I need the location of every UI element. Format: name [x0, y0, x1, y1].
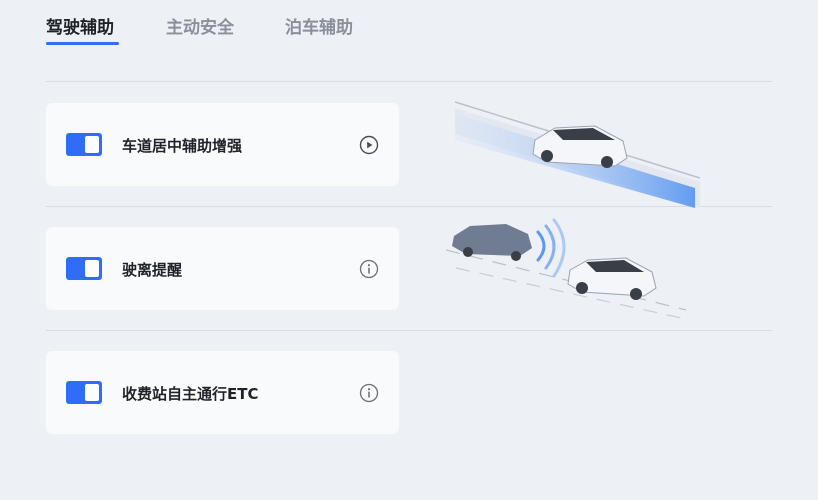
car-icon [532, 125, 628, 168]
setting-label: 车道居中辅助增强 [122, 137, 243, 155]
info-icon[interactable] [359, 383, 379, 403]
tab-active-safety[interactable]: 主动安全 [166, 13, 234, 38]
setting-label: 驶离提醒 [122, 261, 183, 279]
toggle-knob [85, 260, 99, 277]
setting-card-etc-toll: 收费站自主通行ETC [46, 351, 399, 434]
departure-alert-toggle[interactable] [66, 257, 102, 280]
toggle-knob [85, 384, 99, 401]
divider [46, 330, 772, 331]
divider [46, 81, 772, 82]
setting-label: 收费站自主通行ETC [122, 385, 259, 403]
active-tab-indicator [46, 42, 119, 45]
play-icon[interactable] [359, 135, 379, 155]
lane-centering-toggle[interactable] [66, 133, 102, 156]
car-icon [567, 257, 657, 300]
departure-alert-illustration [446, 218, 687, 318]
tab-driving-assist[interactable]: 驾驶辅助 [46, 13, 114, 38]
toggle-knob [85, 136, 99, 153]
setting-card-lane-centering: 车道居中辅助增强 [46, 103, 399, 186]
tab-parking-assist[interactable]: 泊车辅助 [285, 13, 353, 38]
info-icon[interactable] [359, 259, 379, 279]
tab-bar: 驾驶辅助 主动安全 泊车辅助 [46, 0, 406, 48]
rear-car-icon [452, 224, 532, 261]
alert-wave-icon [536, 218, 566, 278]
etc-toll-toggle[interactable] [66, 381, 102, 404]
lane-centering-illustration [455, 101, 700, 208]
setting-card-departure-alert: 驶离提醒 [46, 227, 399, 310]
